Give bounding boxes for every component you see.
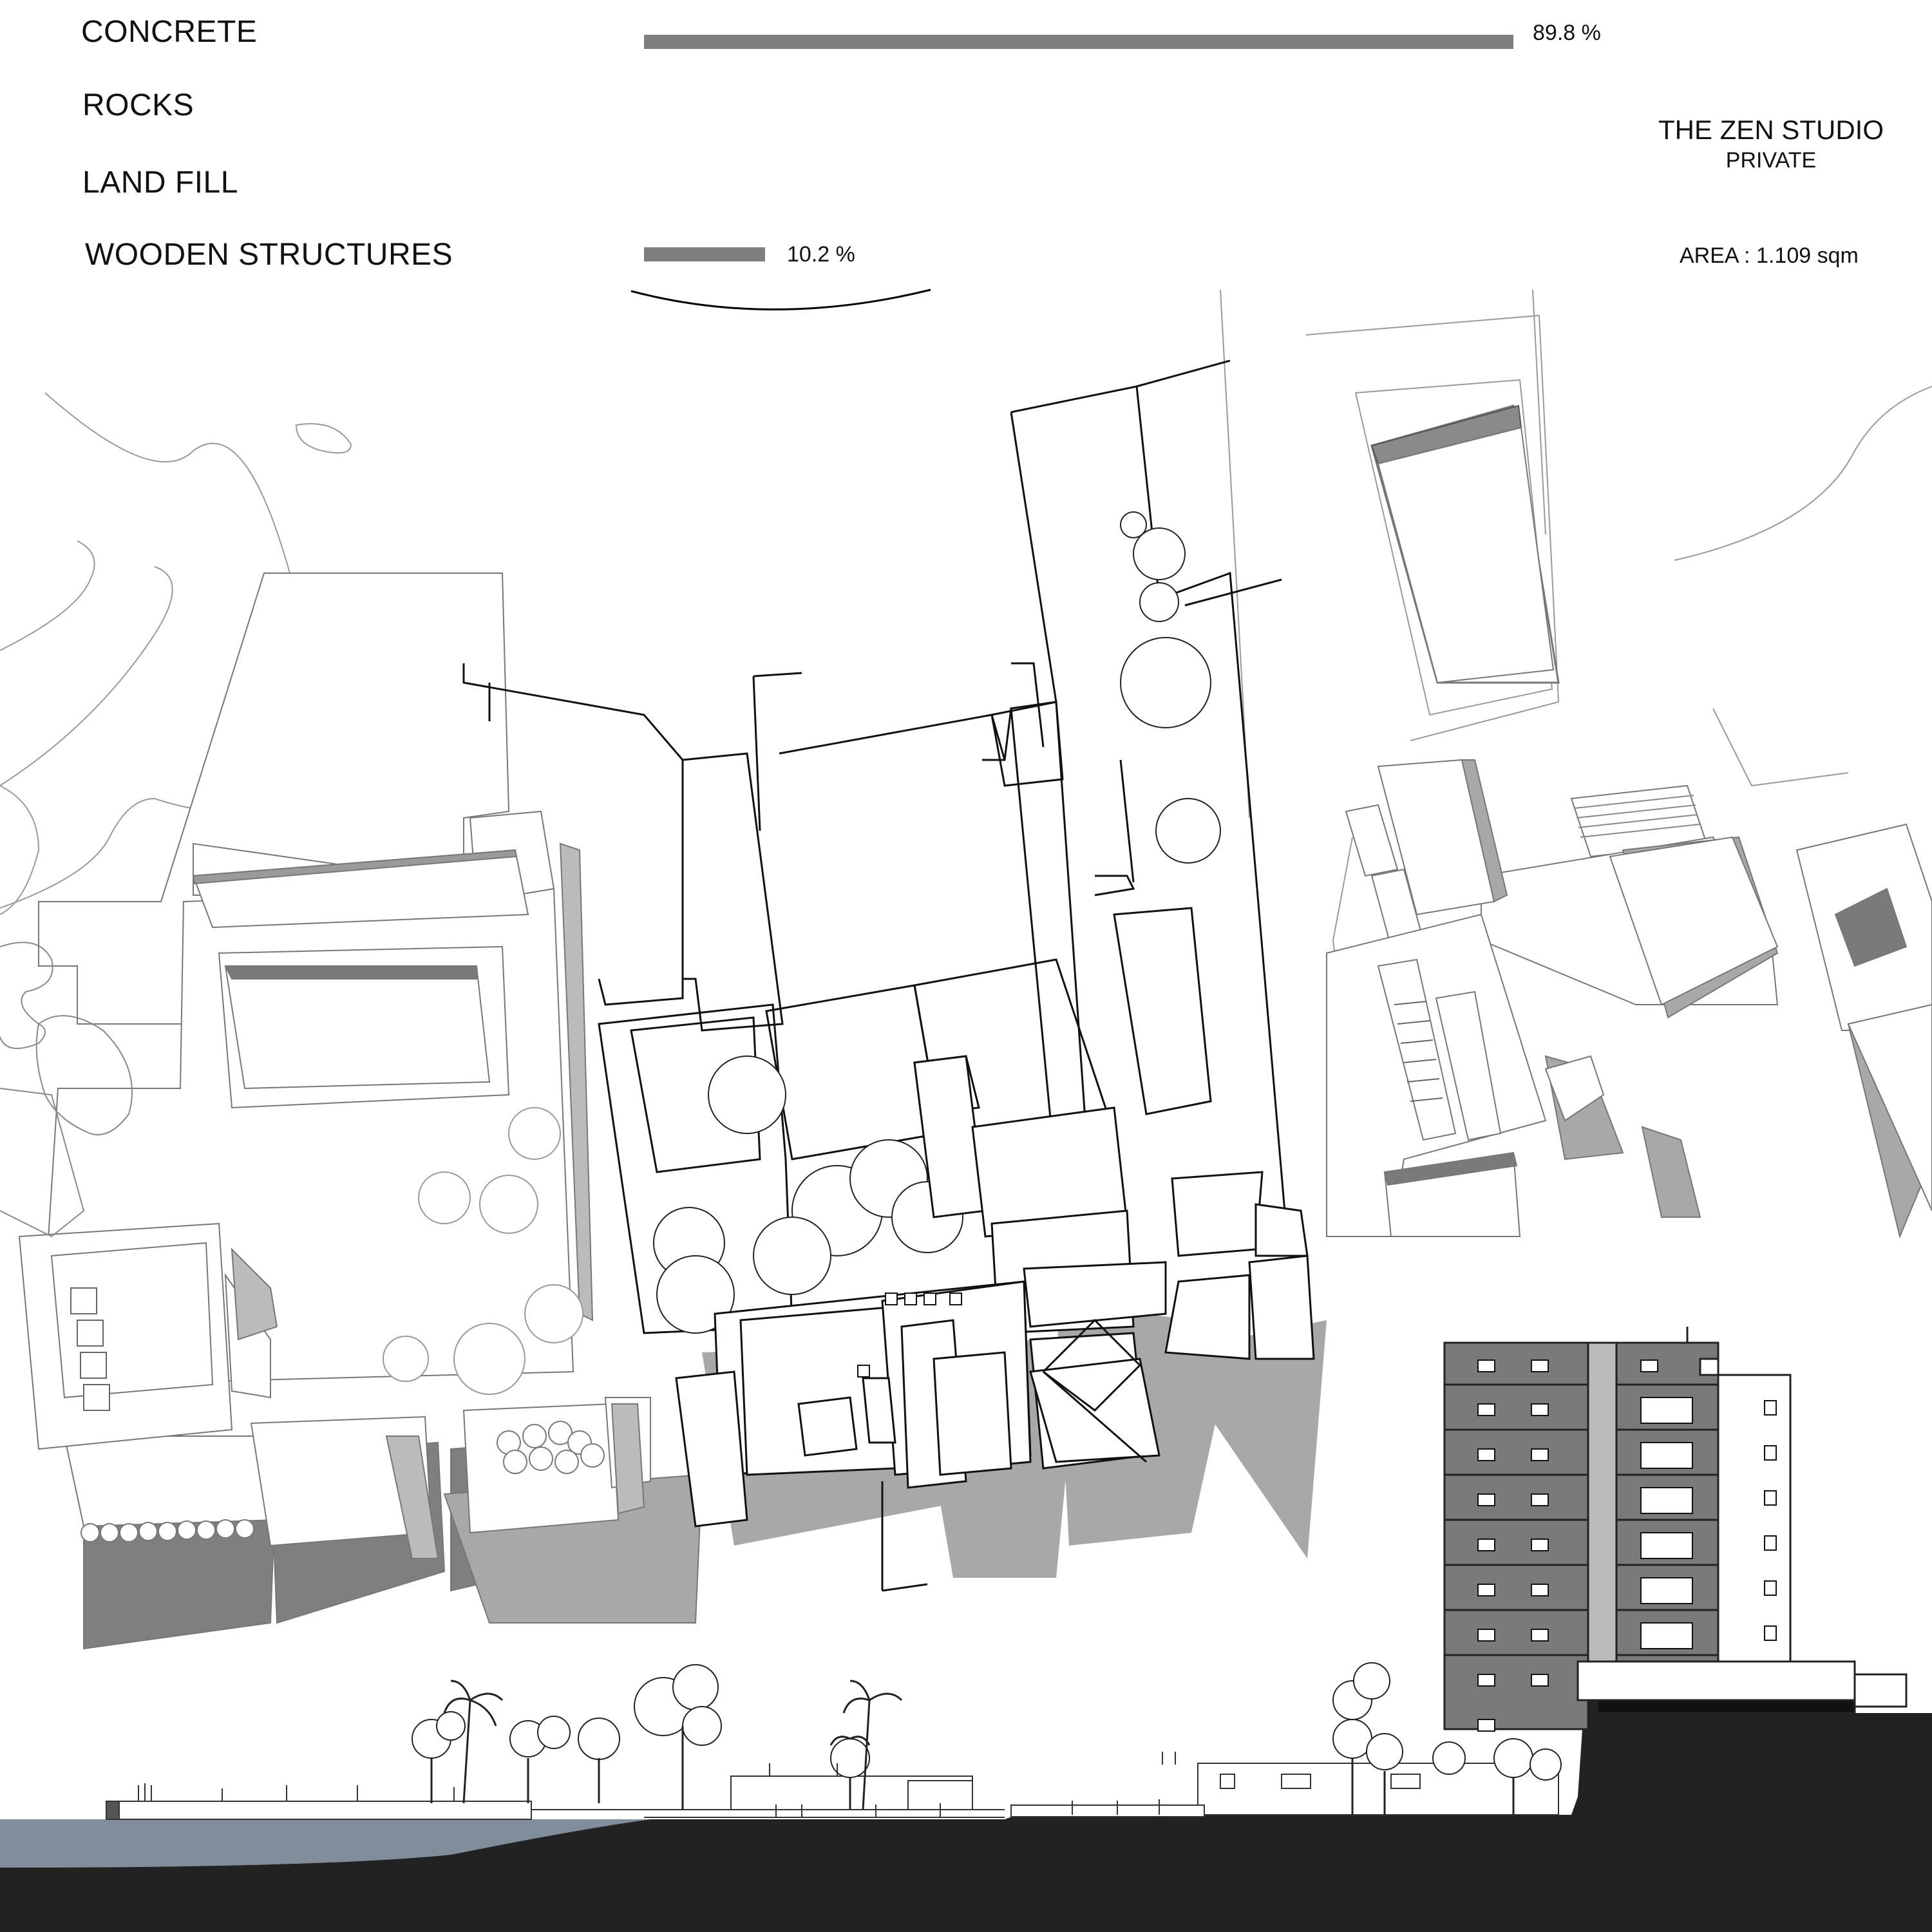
section-trees xyxy=(412,1662,1562,1781)
central-buildings xyxy=(675,1055,1327,1592)
promenade xyxy=(106,1763,1559,1820)
left-complex xyxy=(18,573,703,1650)
pool-top-right xyxy=(1370,404,1560,684)
right-buildings xyxy=(1326,759,1932,1239)
site-edge-curve xyxy=(630,289,931,310)
tower-block xyxy=(1443,1327,1908,1732)
site-plan-drawing xyxy=(0,289,1932,1932)
